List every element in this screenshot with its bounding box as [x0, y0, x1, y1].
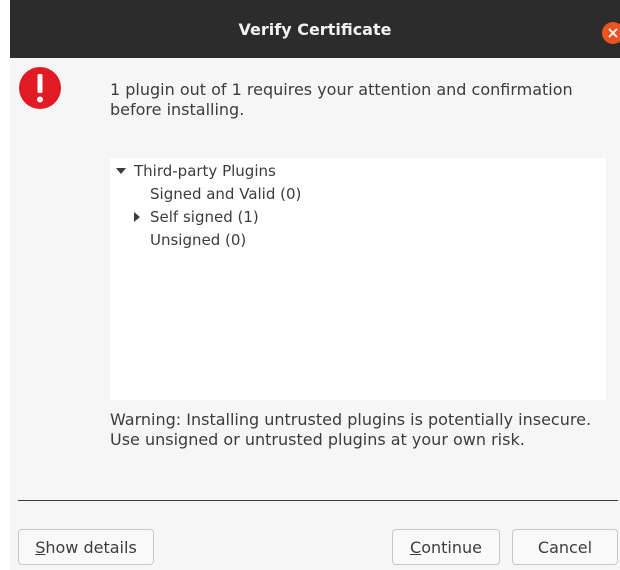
button-label: Cancel — [537, 537, 593, 557]
verify-certificate-dialog: Verify Certificate 1 plugin out of 1 req… — [0, 0, 620, 570]
show-details-button[interactable]: Show details — [18, 529, 154, 565]
separator — [18, 500, 618, 501]
plugin-tree[interactable]: Third-party Plugins Signed and Valid (0)… — [110, 158, 606, 400]
error-exclamation-icon — [19, 67, 61, 109]
mnemonic-letter: S — [35, 537, 46, 557]
tree-item-label: Signed and Valid (0) — [150, 185, 302, 203]
close-button[interactable] — [602, 22, 620, 44]
attention-message: 1 plugin out of 1 requires your attentio… — [110, 80, 573, 119]
tree-item-signed-and-valid[interactable]: Signed and Valid (0) — [150, 183, 301, 205]
warning-text: Warning: Installing untrusted plugins is… — [110, 410, 592, 449]
tree-item-label: Third-party Plugins — [134, 162, 276, 180]
tree-item-label: Self signed (1) — [150, 208, 259, 226]
triangle-down-icon[interactable] — [114, 164, 128, 178]
triangle-right-icon[interactable] — [130, 210, 144, 224]
mnemonic-letter: C — [410, 537, 422, 557]
background-strip — [0, 0, 10, 570]
tree-item-self-signed[interactable]: Self signed (1) — [130, 206, 259, 228]
window-title: Verify Certificate — [238, 19, 392, 39]
cancel-button[interactable]: Cancel — [512, 529, 618, 565]
tree-item-unsigned[interactable]: Unsigned (0) — [150, 229, 246, 251]
tree-item-third-party-plugins[interactable]: Third-party Plugins — [114, 160, 276, 182]
tree-item-label: Unsigned (0) — [150, 231, 247, 249]
title-bar[interactable]: Verify Certificate — [10, 0, 620, 58]
button-label: how details — [45, 537, 137, 557]
dialog-content: 1 plugin out of 1 requires your attentio… — [10, 58, 620, 570]
continue-button[interactable]: Continue — [392, 529, 500, 565]
button-label: ontinue — [421, 537, 482, 557]
close-icon — [608, 28, 618, 38]
